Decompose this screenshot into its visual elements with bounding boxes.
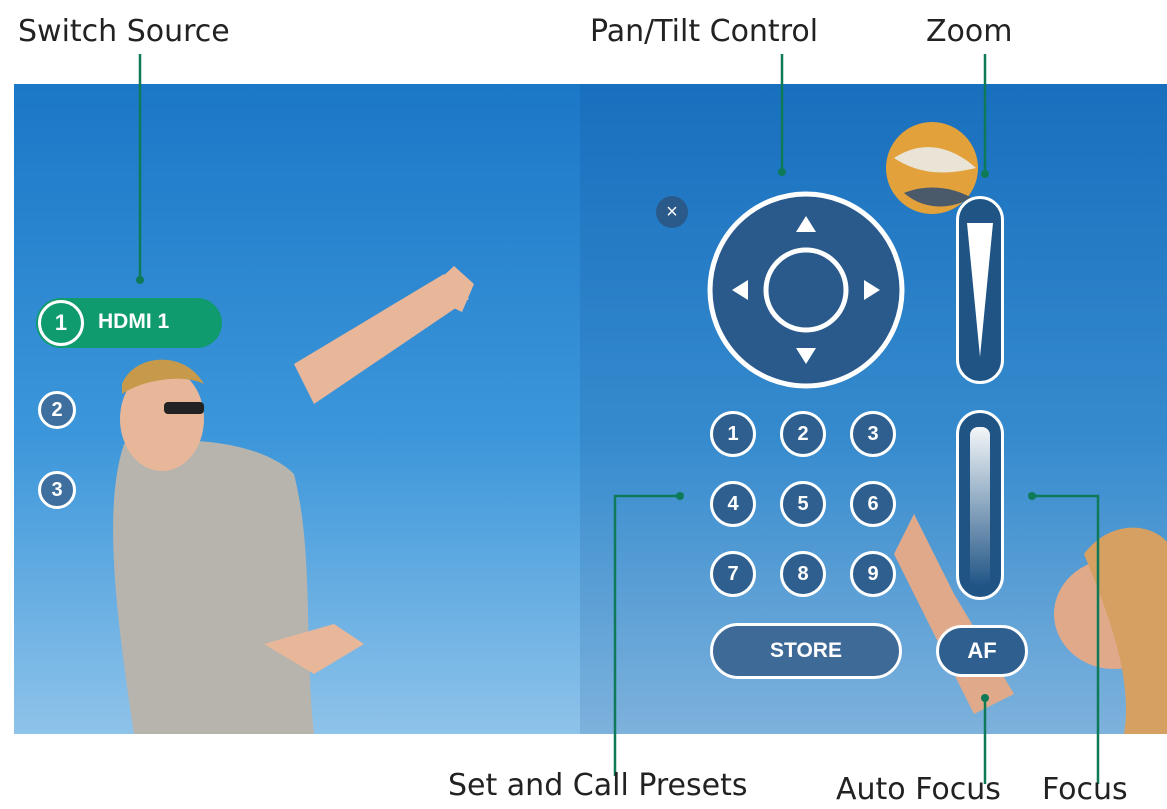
callout-auto-focus: Auto Focus	[836, 772, 1001, 807]
callout-presets: Set and Call Presets	[448, 768, 748, 803]
callout-focus: Focus	[1042, 772, 1128, 807]
callout-lines	[136, 54, 1100, 784]
